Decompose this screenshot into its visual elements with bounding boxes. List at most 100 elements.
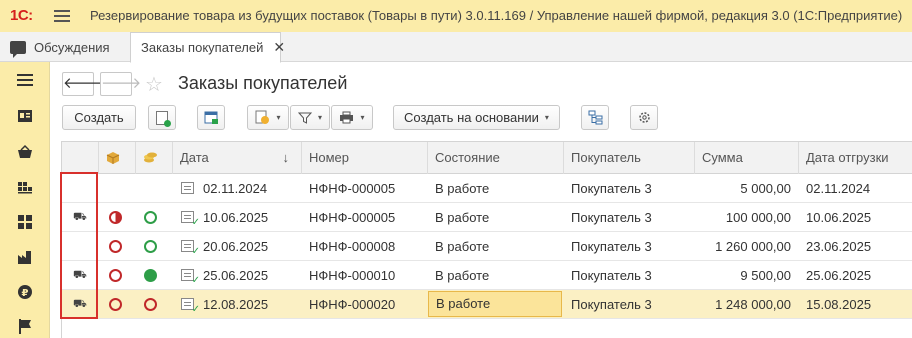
table-row[interactable]: ⛟ 10.06.2025 НФНФ-000005 В работе Покупа…	[62, 203, 912, 232]
table-row[interactable]: 02.11.2024 НФНФ-000005 В работе Покупате…	[62, 174, 912, 203]
cell-date: 02.11.2024	[203, 181, 268, 196]
column-customer[interactable]: Покупатель	[564, 142, 695, 174]
cell-date: 12.08.2025	[203, 297, 269, 312]
cell-number: НФНФ-000005	[309, 181, 396, 196]
cell-ship-date: 10.06.2025	[806, 210, 872, 225]
cell-sum: 1 260 000,00	[715, 239, 791, 254]
gear-icon	[638, 112, 650, 123]
tab-discussions[interactable]: Обсуждения	[10, 32, 110, 62]
create-based-on-label: Создать на основании	[404, 110, 539, 125]
cell-customer: Покупатель 3	[571, 239, 652, 254]
production-icon[interactable]	[17, 249, 33, 265]
cell-ship-date: 25.06.2025	[806, 268, 872, 283]
table-header: Дата ↓ Номер Состояние Покупатель Сумма …	[62, 142, 912, 174]
tab-customer-orders[interactable]: Заказы покупателей ✕	[130, 32, 285, 63]
cell-state: В работе	[435, 181, 490, 196]
payment-status-icon	[144, 298, 157, 311]
annotation-highlight-box	[60, 172, 98, 319]
tab-bar: Обсуждения Заказы покупателей ✕	[0, 32, 912, 63]
calendar-table-icon	[204, 111, 218, 124]
period-dropdown[interactable]: ▾	[247, 105, 289, 130]
cell-state-focused[interactable]: В работе	[428, 291, 562, 317]
print-dropdown[interactable]: ▾	[331, 105, 373, 130]
filter-dropdown[interactable]: ▾	[290, 105, 330, 130]
table-row[interactable]: 20.06.2025 НФНФ-000008 В работе Покупате…	[62, 232, 912, 261]
posted-document-icon	[181, 211, 200, 228]
create-button[interactable]: Создать	[62, 105, 136, 130]
reserve-status-icon	[109, 269, 122, 282]
column-reserve[interactable]	[99, 142, 136, 174]
cell-customer: Покупатель 3	[571, 297, 652, 312]
copy-doc-icon	[156, 110, 171, 127]
column-number[interactable]: Номер	[302, 142, 428, 174]
contacts-icon[interactable]	[17, 108, 33, 124]
cell-ship-date: 23.06.2025	[806, 239, 872, 254]
cell-state: В работе	[435, 268, 490, 283]
document-clock-icon	[255, 110, 270, 124]
tab-customer-orders-label: Заказы покупателей	[141, 40, 264, 55]
payment-status-icon	[144, 211, 157, 224]
column-ship-date[interactable]: Дата отгрузки	[799, 142, 912, 174]
cell-number: НФНФ-000008	[309, 239, 396, 254]
cell-customer: Покупатель 3	[571, 210, 652, 225]
table-row-selected[interactable]: ⛟ 12.08.2025 НФНФ-000020 В работе Покупа…	[62, 290, 912, 319]
cell-state: В работе	[435, 239, 490, 254]
sort-arrow-icon: ↓	[282, 150, 290, 165]
payment-paid-icon	[144, 269, 157, 282]
tab-discussions-label: Обсуждения	[34, 39, 110, 55]
chevron-down-icon: ▾	[276, 113, 281, 122]
copy-button[interactable]	[148, 105, 176, 130]
column-date-label: Дата	[180, 150, 209, 165]
column-sum[interactable]: Сумма	[695, 142, 799, 174]
cell-sum: 100 000,00	[725, 210, 791, 225]
column-truck[interactable]	[62, 142, 99, 174]
cell-sum: 5 000,00	[740, 181, 791, 196]
main-menu-icon[interactable]	[54, 10, 70, 22]
column-payment[interactable]	[136, 142, 173, 174]
chevron-down-icon: ▾	[544, 113, 549, 122]
flag-icon[interactable]	[17, 318, 33, 334]
sidebar: ₽	[0, 62, 50, 338]
reserve-status-icon	[109, 240, 122, 253]
warehouse-icon[interactable]	[17, 179, 33, 195]
payment-status-icon	[144, 240, 157, 253]
cell-customer: Покупатель 3	[571, 268, 652, 283]
report-button[interactable]	[197, 105, 225, 130]
document-icon	[181, 182, 194, 194]
settings-button[interactable]	[630, 105, 658, 130]
table-row[interactable]: ⛟ 25.06.2025 НФНФ-000010 В работе Покупа…	[62, 261, 912, 290]
sidebar-menu-icon[interactable]	[17, 74, 33, 90]
finance-icon[interactable]: ₽	[17, 284, 33, 300]
window-title: Резервирование товара из будущих поставо…	[90, 8, 903, 23]
dashboard-icon[interactable]	[17, 214, 33, 230]
cell-date: 20.06.2025	[203, 239, 269, 254]
cell-number: НФНФ-000010	[309, 268, 396, 283]
printer-icon	[340, 111, 354, 124]
box-icon	[106, 152, 120, 164]
chevron-down-icon: ▾	[317, 113, 322, 122]
basket-icon[interactable]	[17, 144, 33, 160]
page-title: Заказы покупателей	[178, 73, 348, 93]
orders-table: Дата ↓ Номер Состояние Покупатель Сумма …	[61, 141, 912, 338]
cell-sum: 1 248 000,00	[715, 297, 791, 312]
column-date[interactable]: Дата ↓	[173, 142, 302, 174]
cell-state: В работе	[435, 210, 490, 225]
cell-customer: Покупатель 3	[571, 181, 652, 196]
app-logo: 1С:	[10, 7, 33, 24]
reserve-status-icon	[109, 298, 122, 311]
filter-icon	[297, 112, 312, 124]
close-icon[interactable]: ✕	[273, 39, 285, 56]
structure-button[interactable]	[581, 105, 609, 130]
cell-date: 25.06.2025	[203, 268, 269, 283]
hierarchy-icon	[588, 110, 602, 125]
create-based-on-button[interactable]: Создать на основании ▾	[393, 105, 560, 130]
chevron-down-icon: ▾	[360, 113, 365, 122]
title-bar: 1С: Резервирование товара из будущих пос…	[0, 0, 912, 32]
cell-ship-date: 15.08.2025	[806, 297, 872, 312]
column-state[interactable]: Состояние	[428, 142, 564, 174]
reserve-partial-icon	[109, 211, 122, 224]
posted-document-icon	[181, 298, 200, 315]
forward-button[interactable]: 🡒	[100, 72, 141, 96]
favorite-star-icon[interactable]: ☆	[145, 72, 163, 97]
back-button[interactable]: 🡐	[62, 72, 103, 96]
